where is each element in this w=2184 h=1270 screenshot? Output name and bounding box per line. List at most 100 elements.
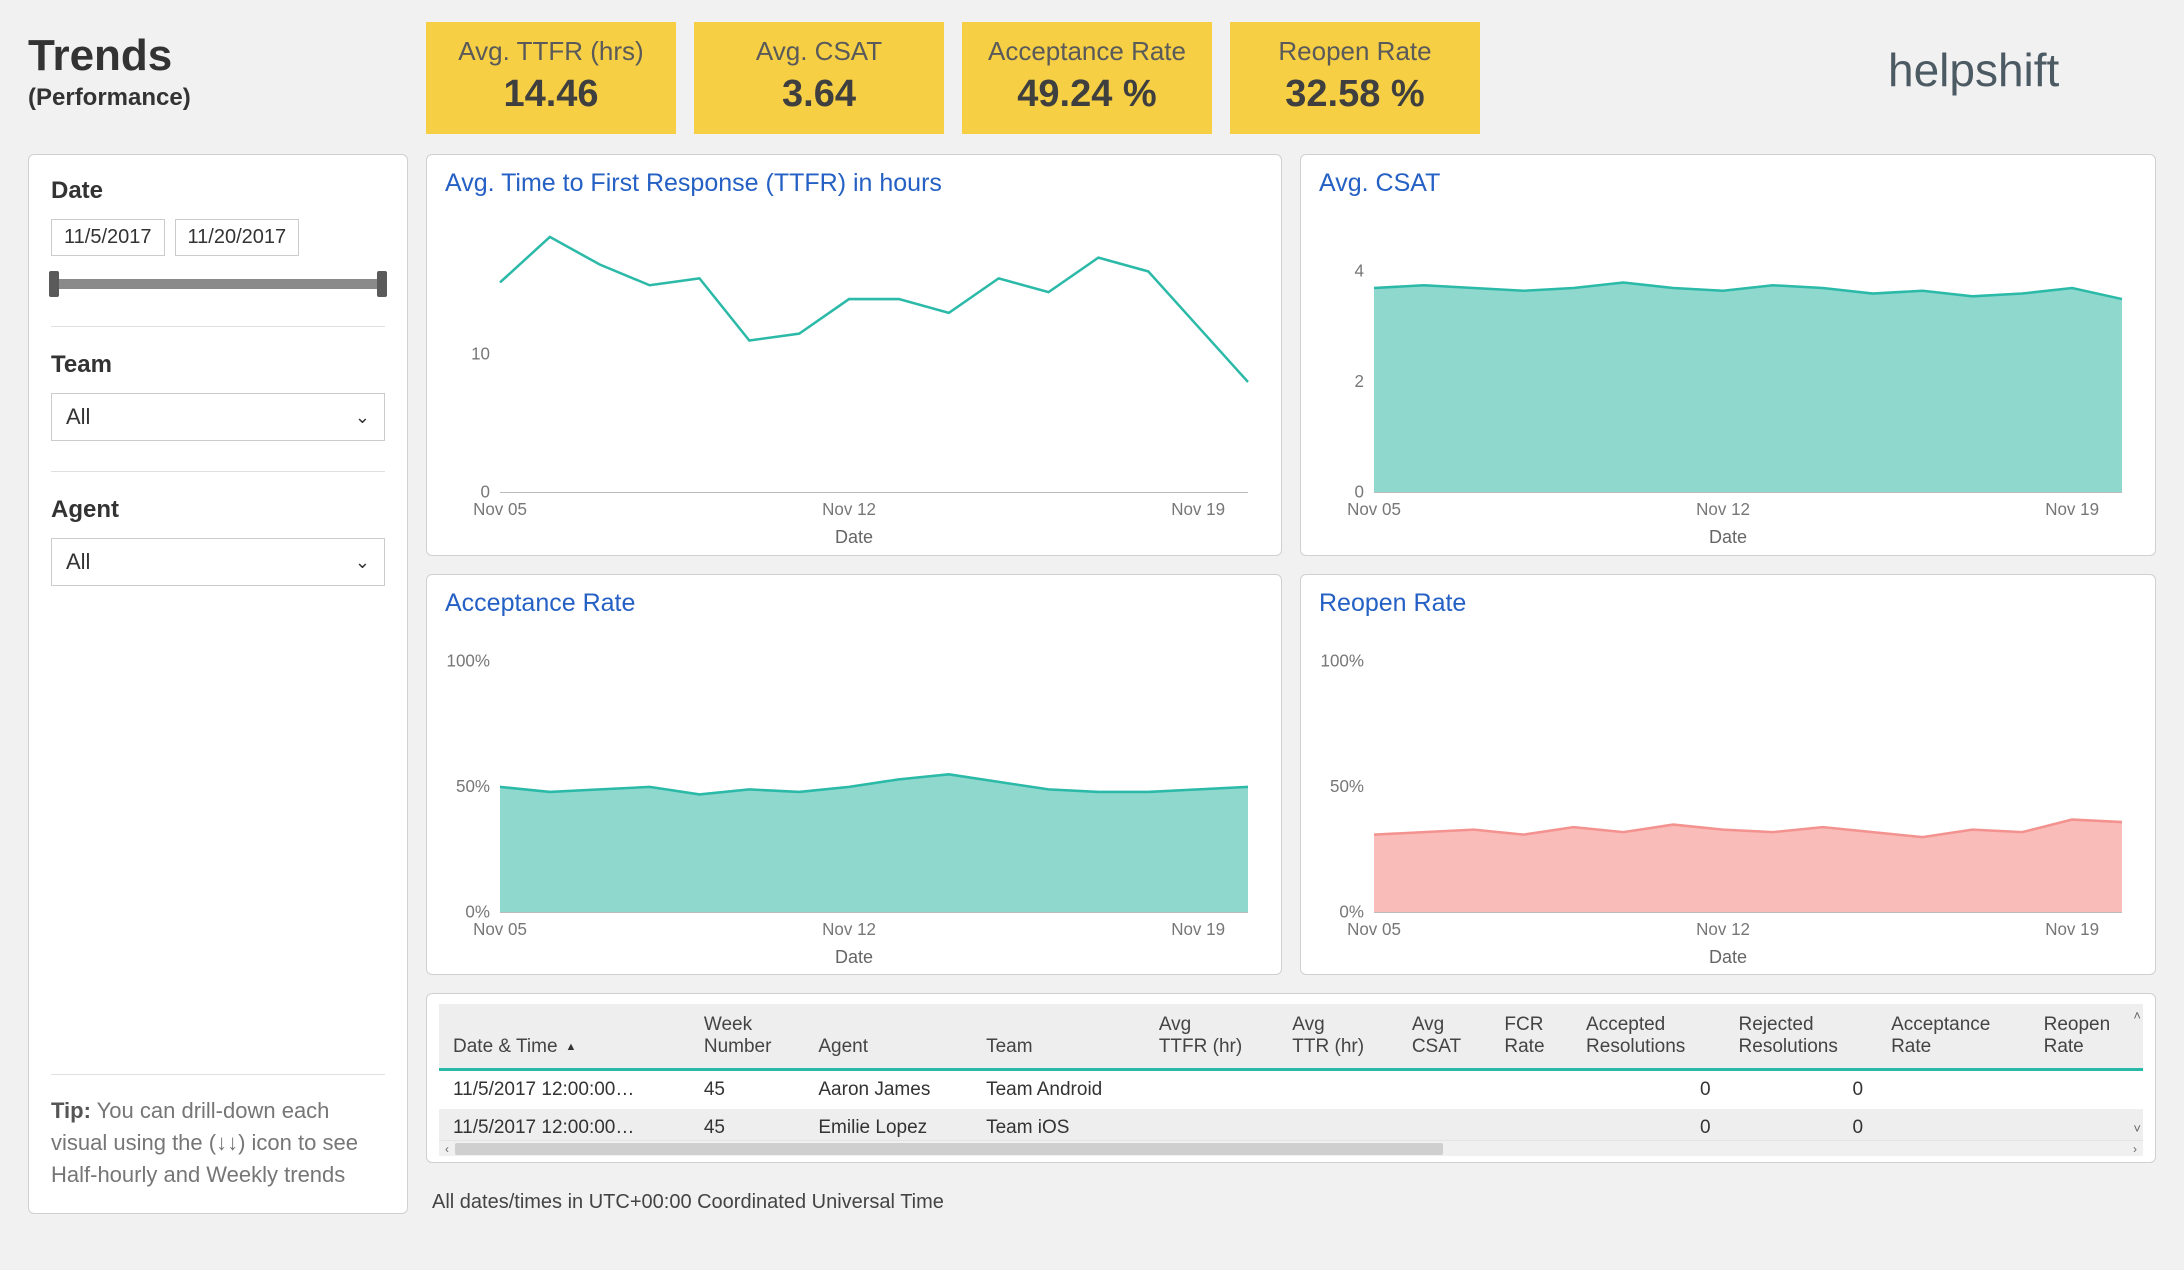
data-table-card: ˄ ˅ Date & TimeWeekNumberAgentTeamAvgTTF… — [426, 993, 2156, 1163]
table-row[interactable]: 11/5/2017 12:00:00…45Aaron JamesTeam And… — [439, 1070, 2143, 1110]
table-row[interactable]: 11/5/2017 12:00:00…45Emilie LopezTeam iO… — [439, 1109, 2143, 1140]
kpi-acceptance: Acceptance Rate 49.24 % — [962, 22, 1212, 134]
chevron-down-icon: ⌄ — [355, 407, 370, 428]
divider — [51, 326, 385, 327]
kpi-label: Avg. TTFR (hrs) — [446, 36, 656, 67]
svg-text:helpshift: helpshift — [1888, 44, 2060, 96]
kpi-value: 3.64 — [714, 73, 924, 116]
table-cell — [1145, 1109, 1278, 1140]
table-cell — [2030, 1070, 2143, 1110]
chart-acceptance[interactable]: Acceptance Rate 0%50%100%Nov 05Nov 12Nov… — [426, 574, 1282, 976]
svg-text:Nov 12: Nov 12 — [822, 499, 876, 519]
kpi-value: 14.46 — [446, 73, 656, 116]
table-cell — [1398, 1109, 1491, 1140]
chart-title: Reopen Rate — [1319, 589, 2137, 618]
tip-text: You can drill-down each visual using the… — [51, 1098, 358, 1187]
table-cell: Team iOS — [972, 1109, 1145, 1140]
kpi-value: 32.58 % — [1250, 73, 1460, 116]
chart-csat[interactable]: Avg. CSAT 024Nov 05Nov 12Nov 19 Date — [1300, 154, 2156, 556]
table-cell — [2030, 1109, 2143, 1140]
page-subtitle: (Performance) — [28, 84, 408, 112]
table-cell: 11/5/2017 12:00:00… — [439, 1109, 690, 1140]
data-table[interactable]: Date & TimeWeekNumberAgentTeamAvgTTFR (h… — [439, 1004, 2143, 1140]
kpi-ttfr: Avg. TTFR (hrs) 14.46 — [426, 22, 676, 134]
chart-xlabel: Date — [1319, 943, 2137, 970]
chart-xlabel: Date — [445, 523, 1263, 550]
slider-thumb-left[interactable] — [49, 271, 59, 297]
kpi-label: Acceptance Rate — [982, 36, 1192, 67]
date-to-input[interactable]: 11/20/2017 — [175, 219, 300, 256]
table-header-cell[interactable]: Team — [972, 1004, 1145, 1070]
slider-thumb-right[interactable] — [377, 271, 387, 297]
table-header-cell[interactable]: Agent — [804, 1004, 972, 1070]
table-cell — [1877, 1070, 2030, 1110]
svg-text:100%: 100% — [1321, 650, 1364, 670]
table-cell: Aaron James — [804, 1070, 972, 1110]
table-header-cell[interactable]: ReopenRate — [2030, 1004, 2143, 1070]
divider — [51, 471, 385, 472]
svg-text:Nov 12: Nov 12 — [822, 918, 876, 938]
agent-dropdown[interactable]: All ⌄ — [51, 538, 385, 586]
svg-text:50%: 50% — [456, 775, 490, 795]
date-range-slider[interactable] — [51, 270, 385, 294]
team-filter-label: Team — [51, 351, 385, 379]
table-header-cell[interactable]: AvgTTR (hr) — [1278, 1004, 1398, 1070]
svg-text:Nov 19: Nov 19 — [1171, 918, 1225, 938]
table-header-cell[interactable]: FCRRate — [1490, 1004, 1572, 1070]
svg-text:4: 4 — [1355, 260, 1365, 280]
table-cell — [1490, 1109, 1572, 1140]
scroll-left-icon[interactable]: ‹ — [439, 1142, 455, 1156]
chart-title: Acceptance Rate — [445, 589, 1263, 618]
team-dropdown[interactable]: All ⌄ — [51, 393, 385, 441]
table-header-cell[interactable]: AvgTTFR (hr) — [1145, 1004, 1278, 1070]
chevron-down-icon: ⌄ — [355, 552, 370, 573]
page-title-block: Trends (Performance) — [28, 22, 408, 112]
svg-text:50%: 50% — [1330, 775, 1364, 795]
chart-reopen[interactable]: Reopen Rate 0%50%100%Nov 05Nov 12Nov 19 … — [1300, 574, 2156, 976]
scroll-up-icon[interactable]: ˄ — [2133, 1008, 2141, 1023]
table-cell: 45 — [690, 1070, 805, 1110]
page-title: Trends — [28, 32, 408, 80]
date-filter-label: Date — [51, 177, 385, 205]
helpshift-logo: helpshift — [1888, 22, 2156, 102]
table-cell — [1145, 1070, 1278, 1110]
scroll-down-icon[interactable]: ˅ — [2133, 1121, 2141, 1136]
table-cell: Emilie Lopez — [804, 1109, 972, 1140]
table-cell — [1278, 1109, 1398, 1140]
table-cell — [1490, 1070, 1572, 1110]
svg-text:10: 10 — [471, 343, 490, 363]
kpi-reopen: Reopen Rate 32.58 % — [1230, 22, 1480, 134]
table-header-cell[interactable]: AcceptanceRate — [1877, 1004, 2030, 1070]
table-header-cell[interactable]: AvgCSAT — [1398, 1004, 1491, 1070]
horizontal-scrollbar[interactable]: ‹ › — [439, 1140, 2143, 1156]
chart-title: Avg. Time to First Response (TTFR) in ho… — [445, 169, 1263, 198]
table-header-cell[interactable]: RejectedResolutions — [1725, 1004, 1878, 1070]
timezone-note: All dates/times in UTC+00:00 Coordinated… — [426, 1181, 2156, 1214]
svg-text:Nov 05: Nov 05 — [473, 499, 527, 519]
kpi-label: Avg. CSAT — [714, 36, 924, 67]
kpi-value: 49.24 % — [982, 73, 1192, 116]
agent-dropdown-value: All — [66, 549, 90, 575]
team-dropdown-value: All — [66, 404, 90, 430]
chart-xlabel: Date — [445, 943, 1263, 970]
scroll-right-icon[interactable]: › — [2127, 1142, 2143, 1156]
chart-title: Avg. CSAT — [1319, 169, 2137, 198]
table-cell — [1398, 1070, 1491, 1110]
table-cell — [1278, 1070, 1398, 1110]
table-header-cell[interactable]: Date & Time — [439, 1004, 690, 1070]
table-header-row: Date & TimeWeekNumberAgentTeamAvgTTFR (h… — [439, 1004, 2143, 1070]
table-cell: 0 — [1725, 1070, 1878, 1110]
chart-ttfr[interactable]: Avg. Time to First Response (TTFR) in ho… — [426, 154, 1282, 556]
svg-text:Nov 12: Nov 12 — [1696, 499, 1750, 519]
svg-text:Nov 05: Nov 05 — [473, 918, 527, 938]
date-from-input[interactable]: 11/5/2017 — [51, 219, 165, 256]
tip-label: Tip: — [51, 1098, 91, 1123]
table-header-cell[interactable]: AcceptedResolutions — [1572, 1004, 1725, 1070]
kpi-row: Avg. TTFR (hrs) 14.46 Avg. CSAT 3.64 Acc… — [426, 22, 1870, 134]
svg-text:Nov 19: Nov 19 — [1171, 499, 1225, 519]
svg-text:2: 2 — [1355, 371, 1364, 391]
table-header-cell[interactable]: WeekNumber — [690, 1004, 805, 1070]
scrollbar-thumb[interactable] — [455, 1143, 1443, 1155]
svg-text:100%: 100% — [447, 650, 490, 670]
svg-text:Nov 12: Nov 12 — [1696, 918, 1750, 938]
